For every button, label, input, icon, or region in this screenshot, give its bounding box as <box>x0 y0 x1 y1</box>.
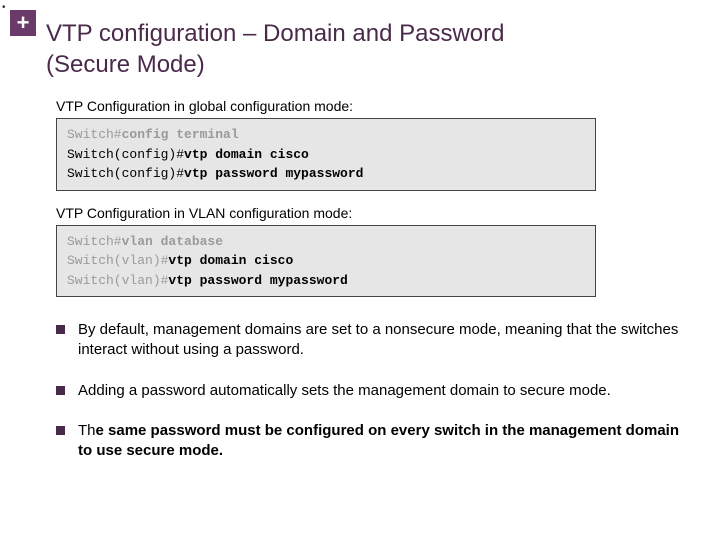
title-line-1: VTP configuration – Domain and Password <box>46 20 504 47</box>
global-mode-label: VTP Configuration in global configuratio… <box>56 98 596 114</box>
bullet-text: Adding a password automatically sets the… <box>78 382 611 399</box>
config-examples: VTP Configuration in global configuratio… <box>56 92 596 311</box>
command: vtp domain cisco <box>184 147 309 162</box>
slide: • + VTP configuration – Domain and Passw… <box>0 0 720 540</box>
vlan-mode-code: Switch#vlan database Switch(vlan)#vtp do… <box>56 225 596 298</box>
command: vtp password mypassword <box>184 166 363 181</box>
bullet-item: The same password must be configured on … <box>56 421 680 462</box>
bullet-text-bold: e same password must be configured on ev… <box>78 422 679 459</box>
prompt: Switch(vlan)# <box>67 253 168 268</box>
command: vtp password mypassword <box>168 273 347 288</box>
code-line: Switch(vlan)#vtp password mypassword <box>67 271 585 291</box>
prompt: Switch(config)# <box>67 166 184 181</box>
bullet-text-prefix: Th <box>78 422 96 439</box>
prompt: Switch(config)# <box>67 147 184 162</box>
slide-title: VTP configuration – Domain and Password … <box>46 18 700 80</box>
command: config terminal <box>122 127 239 142</box>
title-line-2: (Secure Mode) <box>46 51 205 78</box>
command: vlan database <box>122 234 223 249</box>
code-line: Switch#vlan database <box>67 232 585 252</box>
bullet-item: Adding a password automatically sets the… <box>56 381 680 401</box>
code-line: Switch(vlan)#vtp domain cisco <box>67 251 585 271</box>
bullet-list: By default, management domains are set t… <box>56 320 680 481</box>
prompt: Switch# <box>67 127 122 142</box>
code-line: Switch#config terminal <box>67 125 585 145</box>
prompt: Switch(vlan)# <box>67 273 168 288</box>
corner-dot: • <box>2 2 6 13</box>
bullet-item: By default, management domains are set t… <box>56 320 680 361</box>
vlan-mode-label: VTP Configuration in VLAN configuration … <box>56 205 596 221</box>
bullet-text: By default, management domains are set t… <box>78 321 678 358</box>
prompt: Switch# <box>67 234 122 249</box>
plus-icon: + <box>10 10 36 36</box>
command: vtp domain cisco <box>168 253 293 268</box>
code-line: Switch(config)#vtp domain cisco <box>67 145 585 165</box>
code-line: Switch(config)#vtp password mypassword <box>67 164 585 184</box>
global-mode-code: Switch#config terminal Switch(config)#vt… <box>56 118 596 191</box>
